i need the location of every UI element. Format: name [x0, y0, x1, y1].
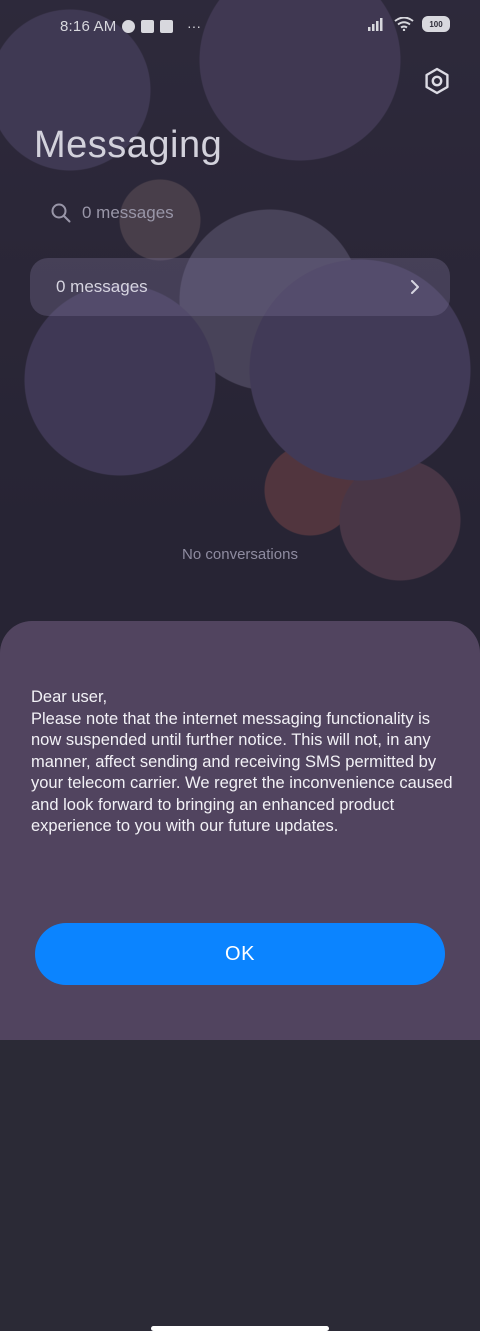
page-title: Messaging	[34, 124, 223, 166]
message-summary-row[interactable]: 0 messages	[30, 258, 450, 316]
empty-state-text: No conversations	[182, 546, 298, 563]
system-icons: 100	[368, 16, 450, 32]
status-bar: 8:16 AM ··· 100	[0, 0, 480, 56]
search-icon	[51, 203, 71, 223]
signal-icon	[368, 18, 383, 31]
notification-icon	[160, 19, 173, 33]
home-indicator[interactable]	[151, 1326, 329, 1331]
dialog-message: Dear user, Please note that the internet…	[31, 688, 453, 835]
notification-icon	[141, 19, 154, 33]
search-input[interactable]: 0 messages	[82, 203, 174, 223]
summary-label: 0 messages	[56, 277, 148, 296]
battery-icon: 100	[422, 16, 450, 32]
status-time: 8:16 AM	[60, 18, 117, 35]
more-notifications-icon: ···	[187, 18, 201, 34]
wifi-icon	[394, 17, 414, 31]
gear-icon[interactable]	[422, 66, 452, 96]
search-bar[interactable]: 0 messages	[30, 190, 450, 236]
ok-button[interactable]: OK	[35, 923, 445, 985]
notification-icon	[122, 19, 135, 33]
notification-icons: ···	[122, 18, 201, 34]
chevron-right-icon	[411, 280, 419, 294]
notice-dialog: Dear user, Please note that the internet…	[0, 621, 480, 1331]
